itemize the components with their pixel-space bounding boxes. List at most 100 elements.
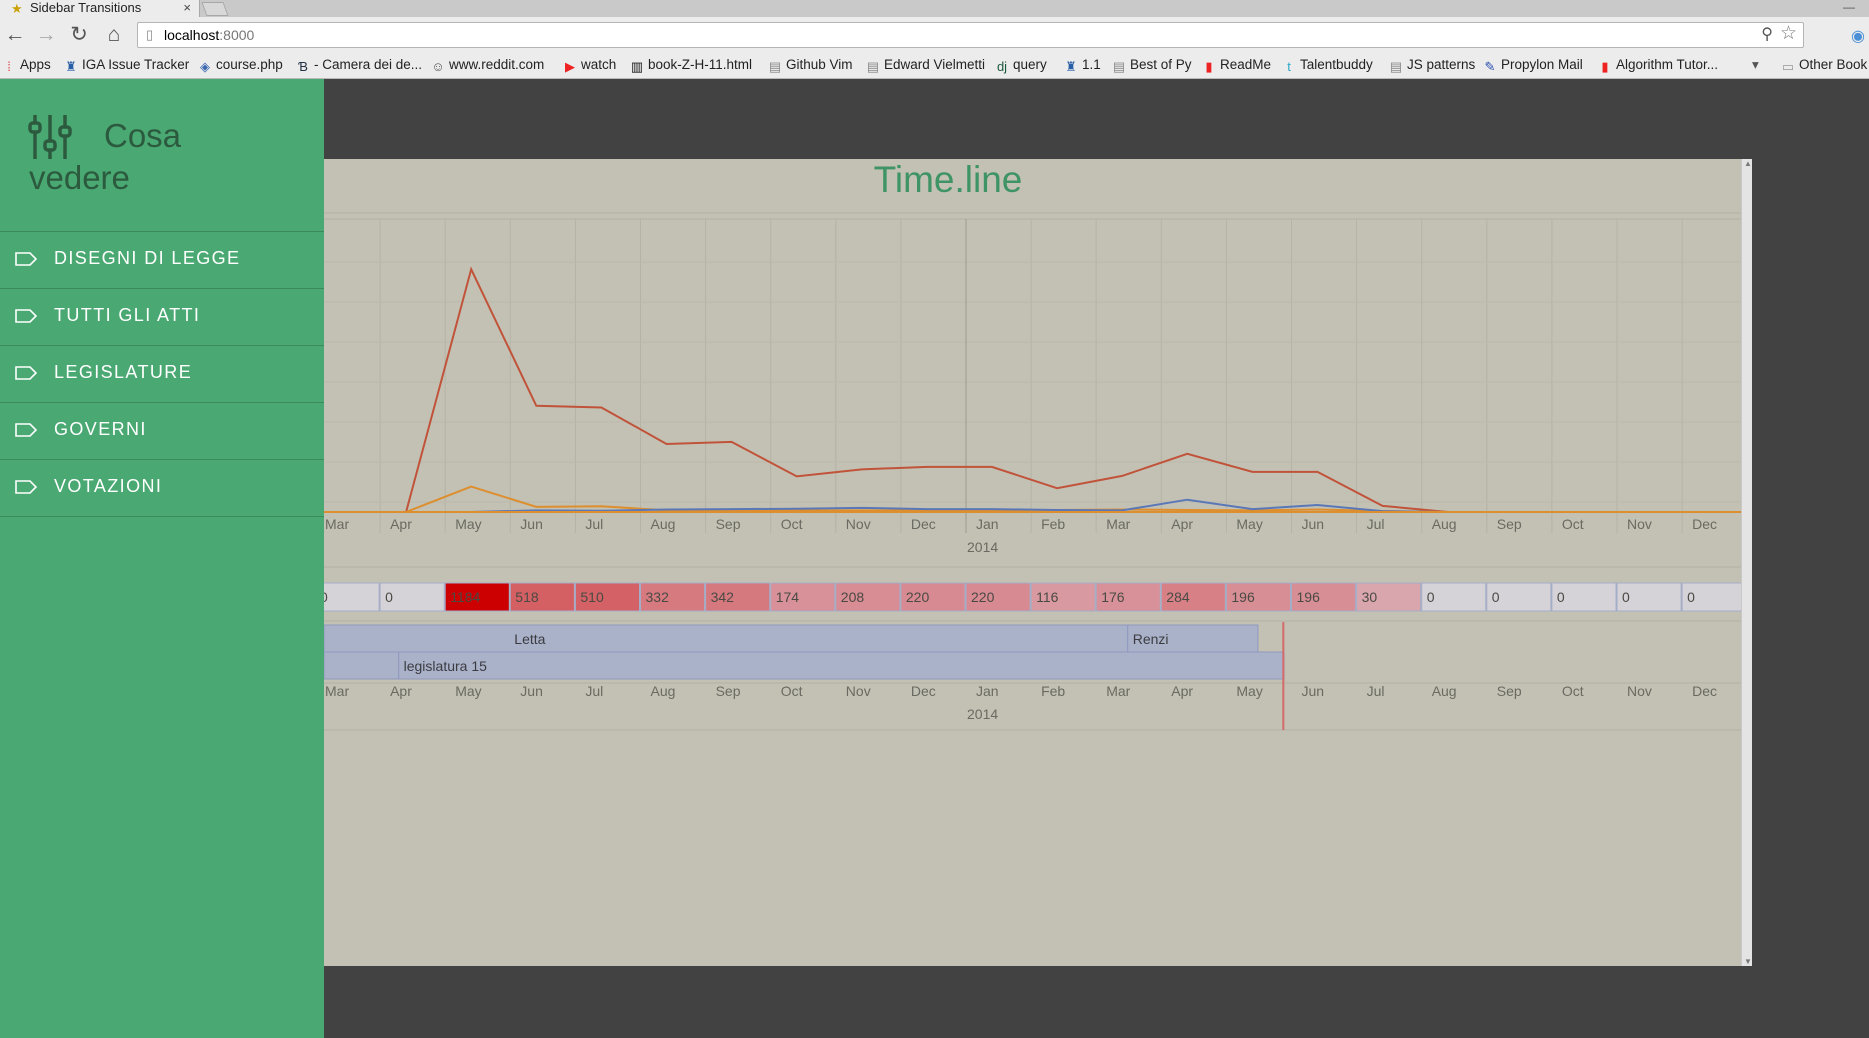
readme-icon: ▮ [1205, 59, 1213, 74]
heatmap-value: 0 [1687, 589, 1695, 605]
sidebar-item-governi[interactable]: GOVERNI [0, 403, 324, 460]
parliament-icon: Ɓ [298, 59, 308, 74]
sidebar-item-votazioni[interactable]: VOTAZIONI [0, 460, 324, 517]
bookmarks-overflow-icon[interactable]: ▾ [1752, 57, 1759, 73]
person-icon: ♜ [65, 59, 77, 74]
bookmark-item[interactable]: ▤ Best of Py [1112, 57, 1192, 74]
sidebar-item-disegni-di-legge[interactable]: DISEGNI DI LEGGE [0, 232, 324, 289]
sidebar-item-label: LEGISLATURE [54, 362, 193, 382]
tag-icon [15, 480, 38, 494]
bookmark-item[interactable]: ☺ www.reddit.com [431, 57, 544, 74]
x-axis-tick-label: Aug [1432, 516, 1457, 532]
bottom-axis-tick-label: Jan [976, 683, 999, 699]
x-axis-tick-label: Feb [1041, 516, 1065, 532]
x-axis-tick-label: Sep [1497, 516, 1522, 532]
bookmark-item[interactable]: ▶ watch [563, 57, 616, 74]
bookmark-item[interactable]: ♜ IGA Issue Tracker [64, 57, 189, 74]
timeline-band[interactable] [398, 651, 1285, 680]
bookmark-apps[interactable]: ⁞ Apps [2, 57, 51, 74]
x-axis-tick-label: Jun [1302, 516, 1325, 532]
sidebar-item-label: DISEGNI DI LEGGE [54, 248, 241, 268]
bookmark-star-icon[interactable]: ☆ [1780, 22, 1797, 46]
youtube-icon: ▶ [565, 59, 575, 74]
heatmap-value: 342 [711, 589, 735, 605]
x-axis-tick-label: Nov [1627, 516, 1652, 532]
x-axis-tick-label: May [455, 516, 481, 532]
bottom-axis-tick-label: Apr [1171, 683, 1193, 699]
new-tab-button[interactable] [201, 2, 229, 16]
band-label: Renzi [1133, 631, 1169, 647]
timeline-band[interactable] [324, 651, 400, 680]
bookmark-other[interactable]: ▭ Other Book [1781, 57, 1867, 74]
tag-icon [15, 309, 38, 323]
forward-icon[interactable]: → [32, 22, 60, 48]
x-axis-tick-label: Oct [1562, 516, 1584, 532]
address-bar[interactable]: ▯ localhost:8000 ⚲ ☆ [137, 22, 1804, 48]
heatmap-value: 196 [1297, 589, 1321, 605]
scroll-up-icon[interactable]: ▲ [1744, 159, 1752, 168]
heatmap-value: 0 [1427, 589, 1435, 605]
minimize-window-icon[interactable]: — [1843, 0, 1855, 14]
bookmark-item[interactable]: ▮ ReadMe [1202, 57, 1271, 74]
bottom-axis-tick-label: May [1236, 683, 1262, 699]
bottom-axis-tick-label: Jul [1367, 683, 1385, 699]
x-axis-tick-label: Jun [520, 516, 543, 532]
zoom-icon[interactable]: ⚲ [1761, 23, 1773, 47]
x-axis-tick-label: Sep [716, 516, 741, 532]
page-content: Time.line Mar Apr May Jun Jul Aug Sep Oct Nov Dec… [0, 79, 1869, 1038]
heatmap-value: 518 [515, 589, 539, 605]
reddit-icon: ☺ [431, 59, 445, 74]
bookmark-item[interactable]: ▥ book-Z-H-11.html [630, 57, 752, 74]
browser-tab[interactable]: ★ Sidebar Transitions × [0, 0, 200, 17]
bookmark-item[interactable]: ▮ Algorithm Tutor... [1598, 57, 1718, 74]
brand: Cosa vedere [0, 79, 324, 232]
heatmap-value: 208 [841, 589, 865, 605]
bookmark-item[interactable]: ♜ 1.1 [1064, 57, 1101, 74]
bookmark-item[interactable]: t Talentbuddy [1282, 57, 1373, 74]
heatmap-value: 332 [646, 589, 670, 605]
x-axis-tick-label: Jul [1367, 516, 1385, 532]
browser-toolbar: ← → ↻ ⌂ ▯ localhost:8000 ⚲ ☆ ◉ [0, 18, 1869, 52]
x-axis-tick-label: Mar [325, 516, 349, 532]
bookmark-item[interactable]: ▤ JS patterns [1389, 57, 1475, 74]
sidebar-item-legislature[interactable]: LEGISLATURE [0, 346, 324, 403]
book-icon: ▥ [630, 59, 644, 74]
bookmark-item[interactable]: ▤ Github Vim [768, 57, 853, 74]
bookmark-item[interactable]: Ɓ- Camera dei de... [296, 57, 422, 74]
panel-scrollbar[interactable]: ▲ ▼ [1741, 159, 1752, 966]
bookmark-item[interactable]: dj query [995, 57, 1047, 74]
band-label: Letta [514, 631, 545, 647]
heatmap-value: 220 [906, 589, 930, 605]
close-tab-icon[interactable]: × [183, 0, 191, 16]
bottom-axis-tick-label: Dec [1692, 683, 1717, 699]
band-label: legislatura 15 [404, 658, 487, 674]
browser-chrome: ★ Sidebar Transitions × — ← → ↻ ⌂ ▯ loca… [0, 0, 1869, 79]
bottom-axis-tick-label: Mar [325, 683, 349, 699]
heatmap-value: 30 [1362, 589, 1378, 605]
timeline-band[interactable] [324, 624, 1129, 653]
reload-icon[interactable]: ↻ [65, 22, 93, 48]
series-line [341, 485, 1709, 513]
scroll-down-icon[interactable]: ▼ [1744, 957, 1752, 966]
back-icon[interactable]: ← [1, 22, 29, 48]
bookmarks-bar: ⁞ Apps ♜ IGA Issue Tracker ◈ course.php Ɓ- … [0, 52, 1869, 78]
brand-title: Cosa vedere [29, 117, 182, 196]
bottom-axis-tick-label: Jul [585, 683, 603, 699]
person-icon: ♜ [1065, 59, 1077, 74]
heatmap-value: 0 [1492, 589, 1500, 605]
heatmap-value: 176 [1101, 589, 1125, 605]
bottom-axis-tick-label: May [455, 683, 481, 699]
series-line [341, 266, 1709, 513]
sidebar-item-label: VOTAZIONI [54, 476, 163, 496]
x-axis-tick-label: Dec [911, 516, 936, 532]
home-icon[interactable]: ⌂ [100, 22, 128, 48]
heatmap-value: 284 [1166, 589, 1190, 605]
bottom-axis-tick-label: Oct [781, 683, 803, 699]
sidebar-item-tutti-gli-atti[interactable]: TUTTI GLI ATTI [0, 289, 324, 346]
bookmark-item[interactable]: ✎ Propylon Mail [1483, 57, 1583, 74]
bookmark-item[interactable]: ▤ Edward Vielmetti [866, 57, 985, 74]
sidebar: Cosa vedere DISEGNI DI LEGGE TUTTI GLI A… [0, 79, 324, 1038]
bookmark-item[interactable]: ◈ course.php [198, 57, 283, 74]
heatmap-value: 510 [580, 589, 604, 605]
extension-icon[interactable]: ◉ [1851, 26, 1865, 46]
